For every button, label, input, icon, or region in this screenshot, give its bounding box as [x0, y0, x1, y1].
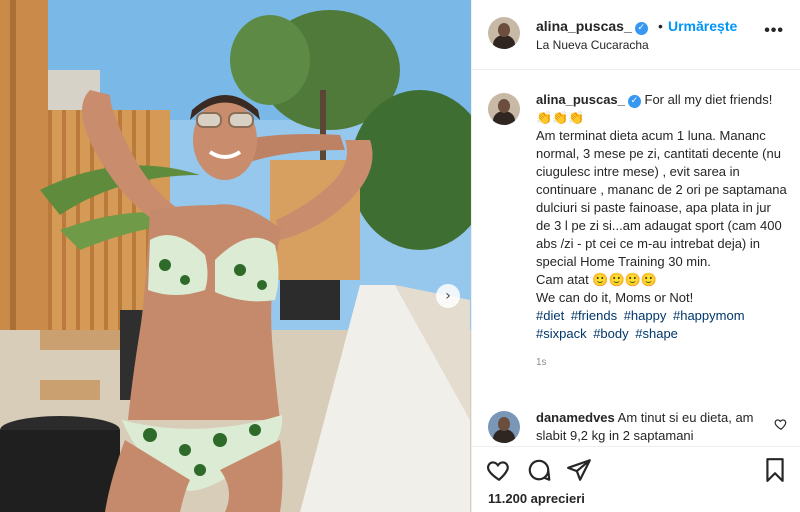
caption-text: For all my diet friends! 👏👏👏 Am terminat… — [536, 92, 787, 305]
verified-badge-icon: ✓ — [634, 22, 648, 35]
heart-icon[interactable] — [486, 457, 512, 483]
comment-item: danamedves Am tinut si eu dieta, am slab… — [488, 409, 788, 445]
post-photo[interactable]: › — [0, 0, 471, 512]
hashtag-link[interactable]: #happy — [624, 308, 667, 323]
commenter-avatar[interactable] — [488, 411, 520, 443]
author-username[interactable]: alina_puscas_ ✓ — [536, 18, 648, 35]
more-options-icon[interactable]: ••• — [764, 22, 784, 40]
share-icon[interactable] — [566, 457, 592, 483]
post-sidebar: alina_puscas_ ✓ • Urmărește La Nueva Cuca… — [471, 0, 800, 512]
photo-illustration — [0, 0, 471, 512]
chevron-right-icon: › — [445, 288, 451, 304]
comments-section[interactable]: alina_puscas_ ✓ For all my diet friends! … — [472, 71, 800, 446]
header-separator: • — [658, 18, 663, 34]
hashtag-link[interactable]: #friends — [571, 308, 617, 323]
author-avatar[interactable] — [488, 17, 520, 49]
post-actions: 11.200 aprecieri — [472, 446, 800, 512]
post-location[interactable]: La Nueva Cucaracha — [536, 38, 649, 52]
hashtag-list: #diet #friends #happy #happymom #sixpack… — [536, 307, 788, 343]
commenter-username[interactable]: danamedves — [536, 410, 615, 425]
post-caption: alina_puscas_ ✓ For all my diet friends! … — [488, 91, 788, 368]
hashtag-link[interactable]: #body — [593, 326, 628, 341]
verified-badge-icon: ✓ — [627, 95, 641, 108]
hashtag-link[interactable]: #diet — [536, 308, 564, 323]
comment-icon[interactable] — [526, 457, 552, 483]
caption-username[interactable]: alina_puscas_ — [536, 92, 625, 107]
likes-count[interactable]: 11.200 aprecieri — [488, 491, 585, 506]
hashtag-link[interactable]: #happymom — [673, 308, 745, 323]
post-header: alina_puscas_ ✓ • Urmărește La Nueva Cuca… — [472, 0, 800, 70]
post-timestamp[interactable]: 1s — [536, 357, 788, 368]
bookmark-icon[interactable] — [762, 457, 788, 483]
follow-button[interactable]: Urmărește — [668, 18, 737, 34]
caption-avatar[interactable] — [488, 93, 520, 125]
carousel-next-button[interactable]: › — [436, 284, 460, 308]
hashtag-link[interactable]: #shape — [635, 326, 678, 341]
comment-like-heart-icon[interactable] — [774, 417, 788, 431]
hashtag-link[interactable]: #sixpack — [536, 326, 587, 341]
